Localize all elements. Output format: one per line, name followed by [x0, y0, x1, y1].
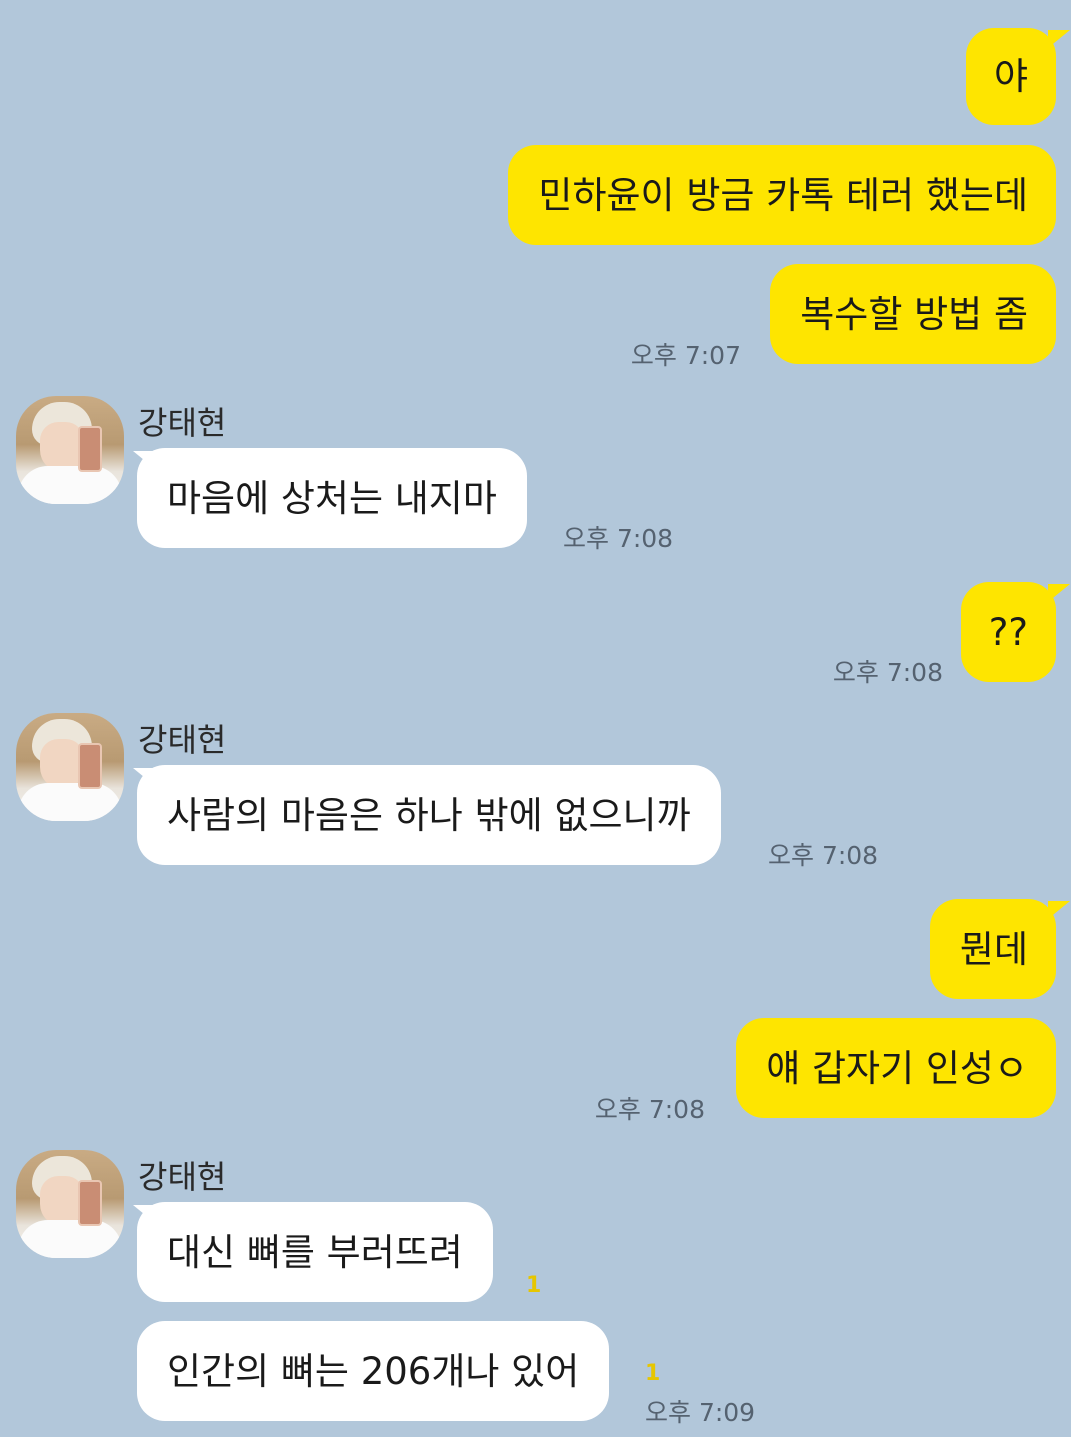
my-message-bubble[interactable]: 야	[965, 28, 1056, 125]
avatar-phone	[78, 426, 102, 472]
sender-name: 강태현	[138, 404, 227, 442]
message-text: 인간의 뼈는 206개나 있어	[167, 1349, 580, 1393]
avatar-phone	[78, 743, 102, 789]
contact-avatar[interactable]	[16, 1150, 124, 1258]
my-message-bubble[interactable]: 민하윤이 방금 카톡 테러 했는데	[508, 145, 1056, 245]
avatar-shirt	[18, 783, 122, 821]
message-text: 복수할 방법 좀	[800, 292, 1028, 336]
message-text: 얘 갑자기 인성ㅇ	[766, 1046, 1028, 1090]
message-text: 대신 뼈를 부러뜨려	[167, 1230, 463, 1274]
message-timestamp: 오후 7:08	[832, 658, 943, 687]
avatar-shirt	[18, 1220, 122, 1258]
their-message-bubble[interactable]: 대신 뼈를 부러뜨려	[137, 1202, 493, 1302]
my-message-bubble[interactable]: ??	[960, 582, 1056, 682]
message-timestamp: 오후 7:08	[594, 1095, 705, 1124]
their-message-bubble[interactable]: 인간의 뼈는 206개나 있어	[137, 1321, 610, 1421]
message-text: 사람의 마음은 하나 밖에 없으니까	[167, 793, 691, 837]
contact-avatar[interactable]	[16, 713, 124, 821]
their-message-bubble[interactable]: 마음에 상처는 내지마	[137, 448, 527, 548]
sender-name: 강태현	[138, 721, 227, 759]
sender-name: 강태현	[138, 1158, 227, 1196]
message-text: ??	[988, 610, 1028, 654]
unread-count: 1	[526, 1273, 542, 1298]
message-timestamp: 오후 7:09	[645, 1398, 756, 1427]
message-text: 마음에 상처는 내지마	[167, 476, 497, 520]
my-message-bubble[interactable]: 뭔데	[929, 899, 1056, 999]
message-timestamp: 오후 7:08	[563, 524, 674, 553]
message-text: 야	[993, 55, 1028, 98]
contact-avatar[interactable]	[16, 396, 124, 504]
unread-count: 1	[645, 1361, 661, 1386]
my-message-bubble[interactable]: 복수할 방법 좀	[770, 264, 1056, 364]
avatar-phone	[78, 1180, 102, 1226]
their-message-bubble[interactable]: 사람의 마음은 하나 밖에 없으니까	[137, 765, 721, 865]
bubble-tail	[1048, 30, 1070, 48]
avatar-shirt	[18, 466, 122, 504]
bubble-tail	[1048, 584, 1070, 602]
message-timestamp: 오후 7:08	[768, 841, 879, 870]
bubble-tail	[1048, 901, 1070, 919]
message-timestamp: 오후 7:07	[630, 341, 741, 370]
my-message-bubble[interactable]: 얘 갑자기 인성ㅇ	[736, 1018, 1056, 1118]
message-text: 뭔데	[959, 927, 1028, 971]
message-text: 민하윤이 방금 카톡 테러 했는데	[538, 173, 1028, 217]
